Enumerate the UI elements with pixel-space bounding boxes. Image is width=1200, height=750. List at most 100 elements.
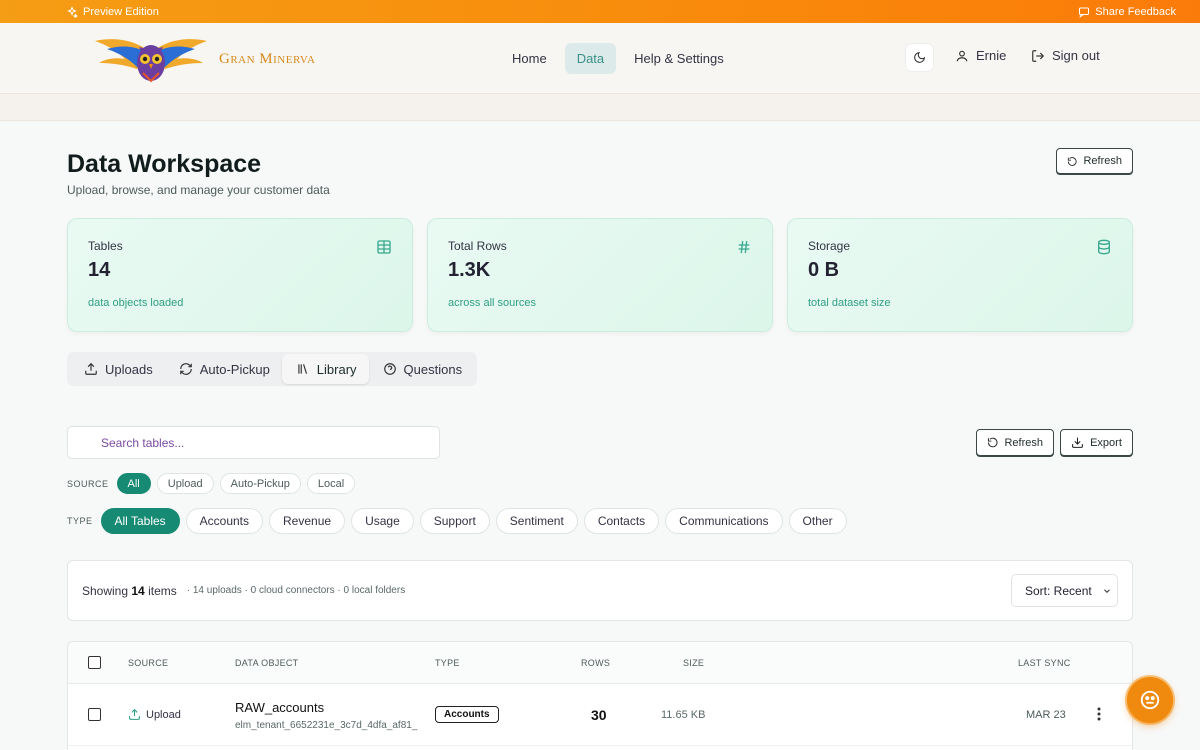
header-size[interactable]: SIZE bbox=[683, 658, 704, 668]
nav-right: Ernie Sign out bbox=[0, 43, 1200, 73]
header-last-sync[interactable]: LAST SYNC bbox=[1018, 658, 1071, 668]
header-rows[interactable]: ROWS bbox=[581, 658, 610, 668]
item-count: 14 bbox=[131, 583, 145, 598]
type-chip-usage[interactable]: Usage bbox=[351, 508, 414, 534]
type-chip-all-tables[interactable]: All Tables bbox=[100, 508, 180, 534]
type-filter-label: TYPE bbox=[67, 516, 93, 526]
hash-icon bbox=[738, 240, 750, 254]
stat-card-total-rows: Total Rows 1.3K across all sources bbox=[427, 218, 773, 332]
theme-toggle-button[interactable] bbox=[906, 44, 933, 71]
row-more-menu[interactable] bbox=[1096, 706, 1102, 725]
message-icon bbox=[1079, 7, 1090, 18]
tab-questions[interactable]: Questions bbox=[369, 354, 475, 384]
header-source[interactable]: SOURCE bbox=[128, 658, 168, 668]
source-chip-upload[interactable]: Upload bbox=[156, 473, 214, 494]
tab-library[interactable]: Library bbox=[281, 354, 369, 384]
refresh-icon bbox=[987, 437, 998, 448]
row-object-id: elm_tenant_6652231e_3c7d_4dfa_af81_ bbox=[235, 720, 418, 731]
row-last-sync: MAR 23 bbox=[1026, 709, 1066, 721]
assistant-icon bbox=[1140, 690, 1160, 710]
tab-label: Uploads bbox=[105, 361, 153, 377]
type-chip-communications[interactable]: Communications bbox=[665, 508, 783, 534]
select-all-checkbox[interactable] bbox=[88, 656, 101, 669]
type-chip-other[interactable]: Other bbox=[788, 508, 847, 534]
type-chip-revenue[interactable]: Revenue bbox=[269, 508, 346, 534]
data-table: SOURCE DATA OBJECT TYPE ROWS SIZE LAST S… bbox=[67, 641, 1133, 750]
row-rows-count: 30 bbox=[591, 707, 607, 723]
refresh-list-label: Refresh bbox=[1004, 436, 1043, 449]
type-filter: TYPE All Tables Accounts Revenue Usage S… bbox=[67, 508, 847, 534]
table-row[interactable]: Upload RAW_accounts elm_tenant_6652231e_… bbox=[68, 684, 1132, 746]
row-checkbox[interactable] bbox=[88, 708, 101, 721]
share-feedback-link[interactable]: Share Feedback bbox=[1078, 6, 1176, 18]
preview-edition-label: Preview Edition bbox=[83, 5, 159, 18]
stat-value: 0 B bbox=[808, 259, 840, 281]
row-object-name[interactable]: RAW_accounts bbox=[235, 700, 324, 715]
page-subtitle: Upload, browse, and manage your customer… bbox=[67, 183, 330, 197]
type-chip-sentiment[interactable]: Sentiment bbox=[495, 508, 578, 534]
export-label: Export bbox=[1090, 436, 1122, 449]
tab-auto-pickup[interactable]: Auto-Pickup bbox=[165, 354, 282, 384]
stat-label: Tables bbox=[88, 239, 123, 253]
user-icon bbox=[956, 50, 968, 61]
share-feedback-label: Share Feedback bbox=[1095, 5, 1176, 18]
results-summary: Showing 14 items · 14 uploads · 0 cloud … bbox=[67, 560, 1133, 621]
row-source: Upload bbox=[128, 708, 181, 721]
sort-label: Sort: Recent bbox=[1025, 583, 1092, 598]
tab-label: Questions bbox=[403, 361, 463, 377]
page-title: Data Workspace bbox=[67, 150, 262, 178]
assistant-fab-button[interactable] bbox=[1127, 677, 1173, 723]
preview-banner: Preview Edition Share Feedback bbox=[0, 0, 1200, 23]
user-menu[interactable]: Ernie bbox=[955, 48, 1006, 63]
type-chip-contacts[interactable]: Contacts bbox=[583, 508, 660, 534]
header-type[interactable]: TYPE bbox=[435, 658, 460, 668]
type-chip-support[interactable]: Support bbox=[419, 508, 490, 534]
upload-icon bbox=[85, 362, 97, 375]
row-size: 11.65 KB bbox=[661, 709, 706, 721]
help-circle-icon bbox=[383, 363, 396, 375]
refresh-list-button[interactable]: Refresh bbox=[976, 429, 1054, 456]
table-header: SOURCE DATA OBJECT TYPE ROWS SIZE LAST S… bbox=[68, 642, 1132, 684]
source-chip-all[interactable]: All bbox=[116, 473, 151, 494]
header-data-object[interactable]: DATA OBJECT bbox=[235, 658, 298, 668]
refresh-icon bbox=[1067, 156, 1077, 166]
user-name: Ernie bbox=[976, 48, 1007, 63]
chevron-down-icon bbox=[1104, 588, 1110, 593]
database-icon bbox=[1098, 239, 1110, 255]
source-chip-auto-pickup[interactable]: Auto-Pickup bbox=[219, 473, 301, 494]
preview-edition: Preview Edition bbox=[66, 6, 159, 18]
stat-note: across all sources bbox=[448, 297, 537, 309]
showing-count: Showing 14 items bbox=[82, 584, 177, 598]
source-breakdown: · 14 uploads · 0 cloud connectors · 0 lo… bbox=[186, 585, 406, 596]
stat-label: Storage bbox=[808, 239, 851, 253]
workspace-tabs: Uploads Auto-Pickup Library Questions bbox=[67, 352, 478, 386]
sign-out-button[interactable]: Sign out bbox=[1031, 48, 1100, 63]
stat-card-storage: Storage 0 B total dataset size bbox=[787, 218, 1133, 332]
type-chip-accounts[interactable]: Accounts bbox=[185, 508, 264, 534]
stat-label: Total Rows bbox=[448, 239, 507, 253]
refresh-page-label: Refresh bbox=[1083, 155, 1122, 167]
stats-cards: Tables 14 data objects loaded Total Rows… bbox=[67, 218, 1133, 332]
source-chip-local[interactable]: Local bbox=[306, 473, 356, 494]
row-type-badge: Accounts bbox=[435, 706, 499, 723]
refresh-page-button[interactable]: Refresh bbox=[1056, 148, 1133, 174]
tab-label: Auto-Pickup bbox=[199, 361, 270, 377]
more-vertical-icon bbox=[1097, 707, 1101, 721]
source-filter-label: SOURCE bbox=[67, 478, 109, 489]
download-icon bbox=[1072, 437, 1084, 448]
stat-value: 1.3K bbox=[448, 259, 491, 281]
refresh-icon bbox=[179, 363, 192, 375]
source-filter: SOURCE All Upload Auto-Pickup Local bbox=[67, 473, 356, 494]
tab-uploads[interactable]: Uploads bbox=[70, 354, 165, 384]
search-input[interactable]: Search tables... bbox=[67, 426, 440, 459]
logout-icon bbox=[1032, 49, 1045, 62]
showing-suffix: items bbox=[148, 583, 177, 598]
tab-label: Library bbox=[316, 361, 357, 377]
stat-note: total dataset size bbox=[808, 297, 891, 309]
library-icon bbox=[298, 364, 307, 374]
export-button[interactable]: Export bbox=[1060, 429, 1133, 456]
sort-select[interactable]: Sort: Recent bbox=[1011, 574, 1118, 607]
table-icon bbox=[377, 240, 391, 254]
sign-out-label: Sign out bbox=[1052, 48, 1100, 63]
moon-icon bbox=[914, 51, 926, 63]
